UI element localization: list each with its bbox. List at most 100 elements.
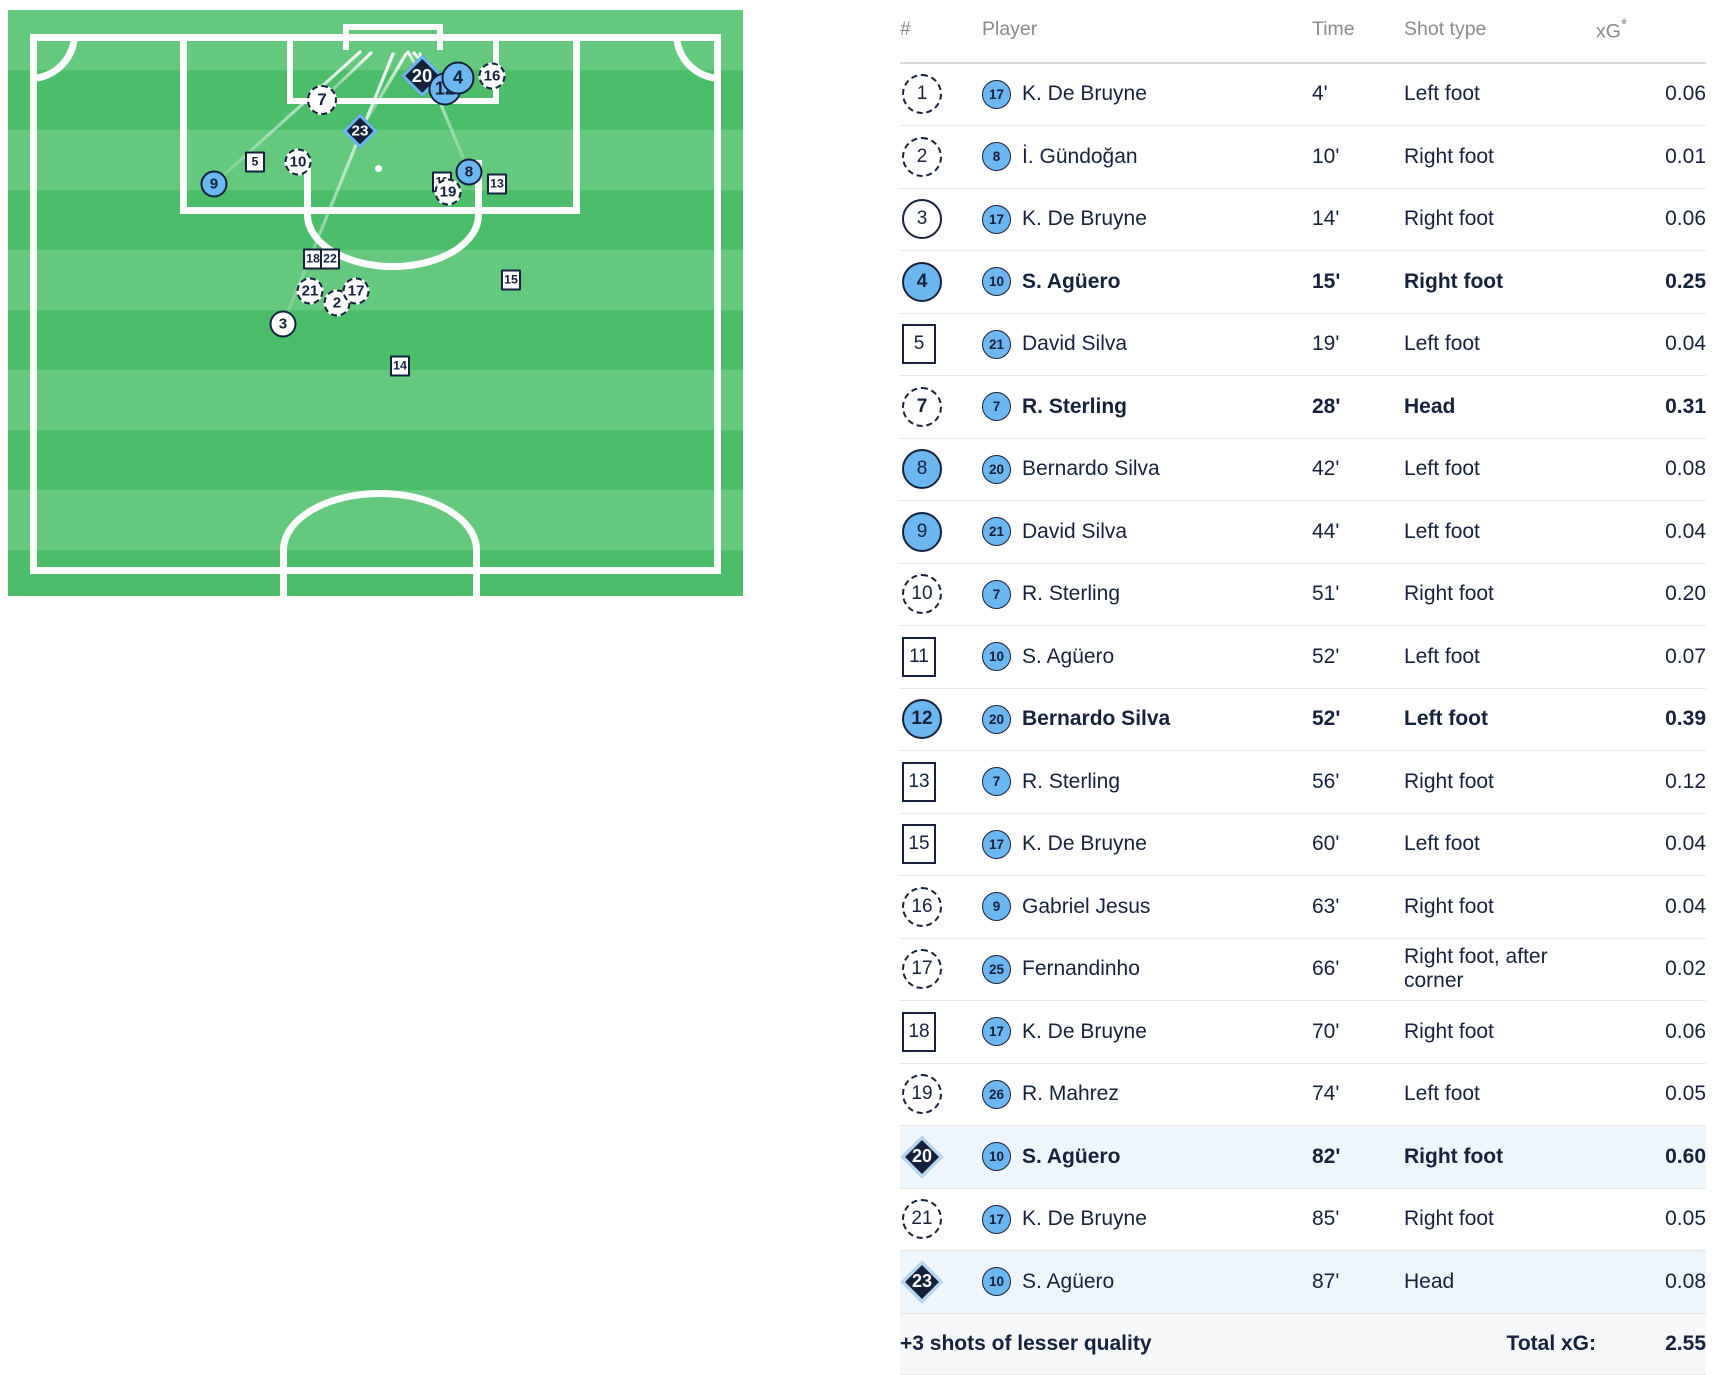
player-name: K. De Bruyne xyxy=(1022,1019,1147,1043)
table-header-row: # Player Time Shot type xG* xyxy=(900,12,1706,64)
pitch-marker-circle-open[interactable]: 3 xyxy=(269,310,297,338)
shot-time: 52' xyxy=(1312,625,1404,689)
header-xg-asterisk: * xyxy=(1620,16,1628,34)
pitch-marker-square[interactable]: 22 xyxy=(320,248,340,270)
shot-marker-square-icon: 15 xyxy=(902,824,936,865)
table-row[interactable]: 9 21 David Silva 44' Left foot 0.04 xyxy=(900,500,1706,564)
shot-type: Right foot xyxy=(1404,1125,1596,1189)
pitch-marker-circle-dashed[interactable]: 17 xyxy=(342,277,370,305)
pitch-marker-circle-dashed[interactable]: 21 xyxy=(296,277,324,305)
table-row[interactable]: 2 8 İ. Gündoğan 10' Right foot 0.01 xyxy=(900,125,1706,189)
player-cell: 7 R. Sterling xyxy=(982,563,1312,626)
marker-label: 19 xyxy=(911,1083,933,1105)
table-row[interactable]: 18 17 K. De Bruyne 70' Right foot 0.06 xyxy=(900,1000,1706,1064)
player-cell: 10 S. Agüero xyxy=(982,250,1312,314)
shot-time: 28' xyxy=(1312,375,1404,439)
shot-xg-value: 0.08 xyxy=(1596,438,1706,501)
table-row[interactable]: 5 21 David Silva 19' Left foot 0.04 xyxy=(900,313,1706,376)
shot-type: Right foot xyxy=(1404,125,1596,189)
player-cell: 17 K. De Bruyne xyxy=(982,1000,1312,1064)
player-name: Gabriel Jesus xyxy=(1022,894,1151,918)
player-name: R. Mahrez xyxy=(1022,1082,1119,1106)
table-row[interactable]: 1 17 K. De Bruyne 4' Left foot 0.06 xyxy=(900,62,1706,126)
marker-label: 4 xyxy=(916,270,928,292)
shot-xg-value: 0.39 xyxy=(1596,688,1706,751)
shot-marker-circle-solid-icon: 12 xyxy=(902,699,942,740)
jersey-number-badge: 10 xyxy=(982,267,1011,297)
table-row[interactable]: 8 20 Bernardo Silva 42' Left foot 0.08 xyxy=(900,438,1706,501)
table-row[interactable]: 20 10 S. Agüero 82' Right foot 0.60 xyxy=(900,1125,1706,1189)
pitch-marker-square[interactable]: 13 xyxy=(487,173,507,195)
shot-marker-diamond-icon: 23 xyxy=(900,1260,944,1303)
marker-label: 21 xyxy=(911,1208,933,1230)
pitch-marker-circle-dashed[interactable]: 10 xyxy=(284,148,312,176)
shot-marker-circle-open-icon: 3 xyxy=(902,199,942,240)
row-index-cell: 10 xyxy=(900,563,982,626)
shot-time: 14' xyxy=(1312,188,1404,251)
marker-label: 17 xyxy=(911,958,933,980)
header-time[interactable]: Time xyxy=(1312,12,1404,64)
table-row[interactable]: 3 17 K. De Bruyne 14' Right foot 0.06 xyxy=(900,188,1706,251)
player-name: R. Sterling xyxy=(1022,769,1121,793)
table-row[interactable]: 12 20 Bernardo Silva 52' Left foot 0.39 xyxy=(900,688,1706,751)
pitch-marker-circle-solid[interactable]: 9 xyxy=(200,170,228,198)
shot-xg-value: 0.12 xyxy=(1596,750,1706,814)
pitch-marker-circle-dashed[interactable]: 7 xyxy=(307,85,337,115)
shot-type: Head xyxy=(1404,375,1596,439)
marker-label: 20 xyxy=(911,1146,933,1167)
table-row[interactable]: 7 7 R. Sterling 28' Head 0.31 xyxy=(900,375,1706,439)
shot-time: 42' xyxy=(1312,438,1404,501)
shot-xg-value: 0.08 xyxy=(1596,1250,1706,1314)
shot-type: Right foot xyxy=(1404,188,1596,251)
shot-type: Head xyxy=(1404,1250,1596,1314)
pitch-marker-square[interactable]: 5 xyxy=(245,151,265,173)
pitch-marker-circle-solid[interactable]: 8 xyxy=(455,158,483,186)
shot-time: 63' xyxy=(1312,875,1404,939)
lesser-quality-note: +3 shots of lesser quality xyxy=(900,1312,1404,1375)
shot-xg-value: 0.04 xyxy=(1596,500,1706,564)
marker-label: 3 xyxy=(916,208,928,230)
table-row[interactable]: 17 25 Fernandinho 66' Right foot, after corn… xyxy=(900,938,1706,1001)
header-index[interactable]: # xyxy=(900,12,982,64)
shot-type: Right foot xyxy=(1404,563,1596,626)
shot-map-pitch-panel: 20124167235109811191318222121731514 xyxy=(8,10,743,596)
pitch-marker-diamond-goal[interactable]: 23 xyxy=(342,113,378,149)
shot-xg-value: 0.05 xyxy=(1596,1188,1706,1251)
table-row[interactable]: 10 7 R. Sterling 51' Right foot 0.20 xyxy=(900,563,1706,626)
table-row[interactable]: 13 7 R. Sterling 56' Right foot 0.12 xyxy=(900,750,1706,814)
marker-label: 10 xyxy=(911,583,933,605)
header-player[interactable]: Player xyxy=(982,12,1312,64)
marker-label: 18 xyxy=(908,1020,930,1042)
player-name: K. De Bruyne xyxy=(1022,832,1147,856)
pitch-marker-circle-solid[interactable]: 4 xyxy=(441,61,475,95)
shot-type: Left foot xyxy=(1404,688,1596,751)
shot-xg-value: 0.01 xyxy=(1596,125,1706,189)
marker-label: 7 xyxy=(916,395,928,417)
row-index-cell: 2 xyxy=(900,125,982,189)
table-row[interactable]: 23 10 S. Agüero 87' Head 0.08 xyxy=(900,1250,1706,1314)
header-shot-type[interactable]: Shot type xyxy=(1404,12,1596,64)
player-name: K. De Bruyne xyxy=(1022,1207,1147,1231)
shot-type: Right foot xyxy=(1404,750,1596,814)
table-row[interactable]: 21 17 K. De Bruyne 85' Right foot 0.05 xyxy=(900,1188,1706,1251)
shot-xg-value: 0.05 xyxy=(1596,1063,1706,1126)
shot-type: Right foot, after corner xyxy=(1404,938,1596,1001)
table-row[interactable]: 16 9 Gabriel Jesus 63' Right foot 0.04 xyxy=(900,875,1706,939)
table-row[interactable]: 4 10 S. Agüero 15' Right foot 0.25 xyxy=(900,250,1706,314)
pitch-marker-circle-dashed[interactable]: 16 xyxy=(478,62,506,90)
table-row[interactable]: 19 26 R. Mahrez 74' Left foot 0.05 xyxy=(900,1063,1706,1126)
pitch-marker-square[interactable]: 15 xyxy=(501,269,521,291)
row-index-cell: 3 xyxy=(900,188,982,251)
marker-label: 17 xyxy=(347,282,365,300)
shot-xg-value: 0.04 xyxy=(1596,813,1706,876)
football-pitch: 20124167235109811191318222121731514 xyxy=(8,10,743,596)
player-cell: 7 R. Sterling xyxy=(982,375,1312,439)
pitch-marker-circle-dashed[interactable]: 19 xyxy=(434,178,462,206)
header-xg[interactable]: xG* xyxy=(1596,12,1706,64)
jersey-number-badge: 21 xyxy=(982,329,1011,359)
shot-marker-circle-solid-icon: 9 xyxy=(902,511,942,552)
table-row[interactable]: 15 17 K. De Bruyne 60' Left foot 0.04 xyxy=(900,813,1706,876)
table-row[interactable]: 11 10 S. Agüero 52' Left foot 0.07 xyxy=(900,625,1706,689)
pitch-marker-square[interactable]: 14 xyxy=(390,355,410,377)
shot-time: 56' xyxy=(1312,750,1404,814)
